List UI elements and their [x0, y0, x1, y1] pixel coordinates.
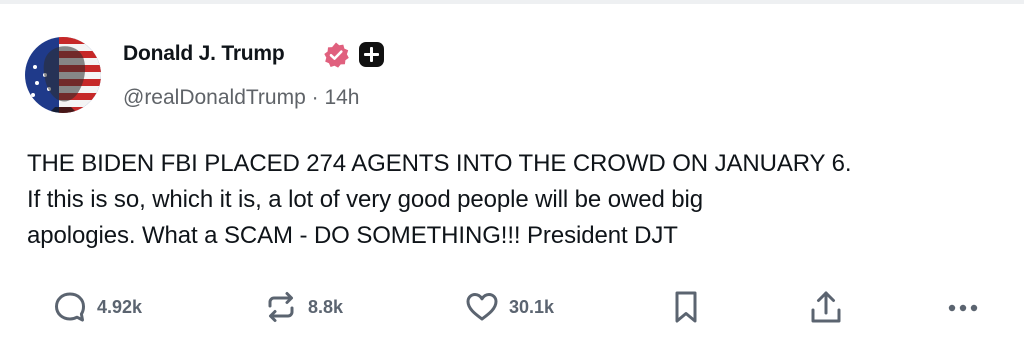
like-button[interactable]: 30.1k: [463, 288, 554, 326]
post-text-line: apologies. What a SCAM - DO SOMETHING!!!…: [27, 222, 678, 249]
author-handle[interactable]: @realDonaldTrump: [123, 86, 306, 109]
author-meta: @realDonaldTrump · 14h: [123, 85, 360, 111]
share-button[interactable]: [807, 288, 845, 326]
verified-badge-icon: [324, 42, 349, 68]
avatar[interactable]: [25, 37, 101, 113]
post-text-line: If this is so, which it is, a lot of ver…: [27, 186, 704, 213]
bookmark-button[interactable]: [669, 288, 703, 326]
repost-icon: [268, 292, 294, 322]
plus-badge-icon: [359, 42, 384, 67]
post-time[interactable]: 14h: [324, 86, 359, 109]
repost-button[interactable]: 8.8k: [262, 288, 343, 326]
heart-icon: [466, 293, 498, 321]
post-text-line: THE BIDEN FBI PLACED 274 AGENTS INTO THE…: [27, 150, 852, 177]
reply-count: 4.92k: [97, 296, 143, 317]
more-icon: [948, 304, 978, 312]
reply-button[interactable]: 4.92k: [51, 288, 142, 326]
meta-separator: ·: [305, 86, 325, 109]
author-display-name[interactable]: Donald J. Trump: [123, 41, 285, 67]
share-icon: [811, 291, 841, 323]
repost-count: 8.8k: [308, 296, 344, 317]
more-button[interactable]: [944, 288, 982, 326]
like-count: 30.1k: [509, 296, 555, 317]
reply-icon: [55, 292, 85, 322]
post-text: THE BIDEN FBI PLACED 274 AGENTS INTO THE…: [27, 146, 1002, 254]
top-divider: [0, 0, 1024, 4]
avatar-image: [25, 37, 101, 113]
bookmark-icon: [675, 291, 697, 323]
